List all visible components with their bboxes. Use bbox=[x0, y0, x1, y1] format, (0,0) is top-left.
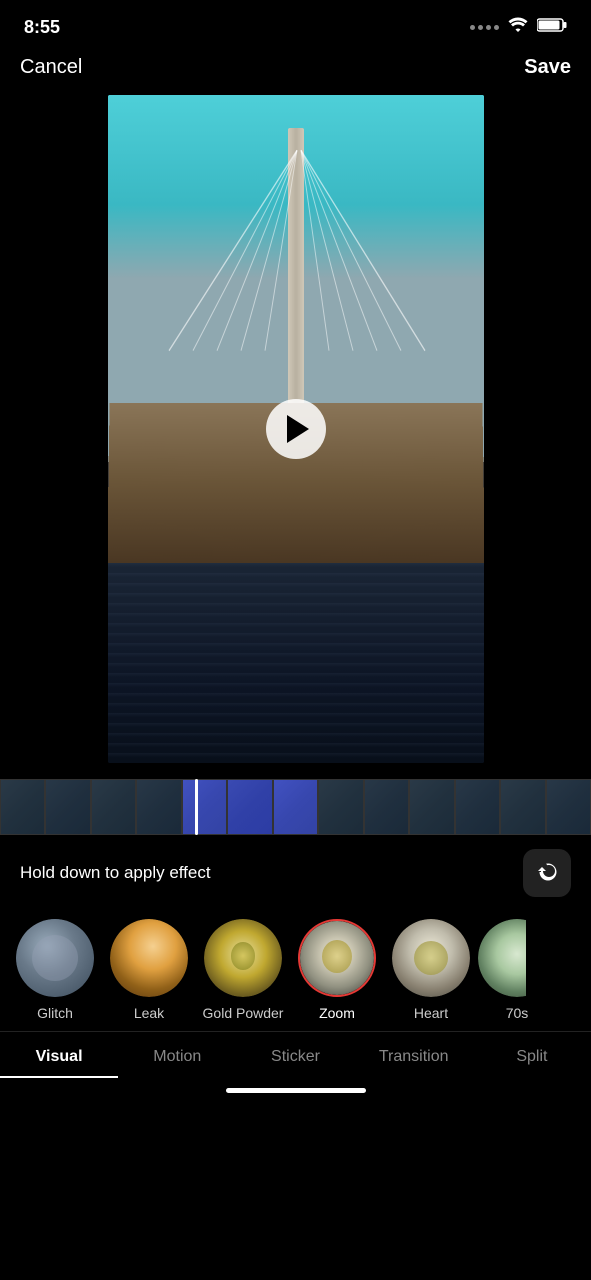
bottom-tabs: Visual Motion Sticker Transition Split bbox=[0, 1031, 591, 1078]
hold-instruction-text: Hold down to apply effect bbox=[20, 863, 211, 883]
video-preview bbox=[108, 95, 484, 763]
top-navigation: Cancel Save bbox=[0, 50, 591, 95]
tab-split[interactable]: Split bbox=[473, 1032, 591, 1078]
effect-thumb-70s bbox=[478, 919, 556, 997]
film-frame bbox=[455, 779, 500, 835]
effect-thumb-gold-powder bbox=[204, 919, 282, 997]
water bbox=[108, 563, 484, 763]
effect-thumbnail bbox=[16, 919, 94, 997]
film-frame bbox=[318, 779, 363, 835]
home-bar bbox=[226, 1088, 366, 1093]
effect-thumbnail bbox=[110, 919, 188, 997]
effect-thumb-zoom bbox=[298, 919, 376, 997]
effect-label-70s: 70s bbox=[506, 1005, 529, 1021]
play-button[interactable] bbox=[266, 399, 326, 459]
tab-sticker[interactable]: Sticker bbox=[236, 1032, 354, 1078]
effect-thumbnail bbox=[478, 919, 556, 997]
tab-transition[interactable]: Transition bbox=[355, 1032, 473, 1078]
film-frame bbox=[0, 779, 45, 835]
status-time: 8:55 bbox=[24, 17, 60, 38]
effect-thumbnail bbox=[300, 921, 374, 995]
effect-thumbnail bbox=[392, 919, 470, 997]
film-frame bbox=[546, 779, 591, 835]
effect-item-leak[interactable]: Leak bbox=[102, 919, 196, 1021]
effect-item-zoom[interactable]: Zoom bbox=[290, 919, 384, 1021]
play-triangle-icon bbox=[287, 415, 309, 443]
film-frame-selected bbox=[273, 779, 318, 835]
undo-icon bbox=[535, 861, 559, 885]
film-frame bbox=[136, 779, 181, 835]
effect-label-gold-powder: Gold Powder bbox=[203, 1005, 284, 1021]
filmstrip-track bbox=[0, 779, 591, 835]
signal-icon bbox=[470, 25, 499, 30]
effects-row: Glitch Leak Gold Powder Zoom bbox=[0, 911, 591, 1027]
water-reflection bbox=[108, 563, 484, 763]
effect-label-zoom: Zoom bbox=[319, 1005, 355, 1021]
effect-item-gold-powder[interactable]: Gold Powder bbox=[196, 919, 290, 1021]
timeline-needle bbox=[195, 779, 198, 835]
status-icons bbox=[470, 17, 567, 38]
film-frame bbox=[45, 779, 90, 835]
battery-icon bbox=[537, 17, 567, 38]
controls-bar: Hold down to apply effect bbox=[0, 835, 591, 911]
save-button[interactable]: Save bbox=[524, 56, 571, 79]
effect-thumbnail bbox=[204, 919, 282, 997]
effect-thumb-heart bbox=[392, 919, 470, 997]
effect-thumb-leak bbox=[110, 919, 188, 997]
cancel-button[interactable]: Cancel bbox=[20, 56, 82, 79]
film-frame bbox=[500, 779, 545, 835]
tab-motion[interactable]: Motion bbox=[118, 1032, 236, 1078]
timeline bbox=[0, 763, 591, 835]
undo-button[interactable] bbox=[523, 849, 571, 897]
filmstrip[interactable] bbox=[0, 779, 591, 835]
effect-label-heart: Heart bbox=[414, 1005, 448, 1021]
effect-label-leak: Leak bbox=[134, 1005, 164, 1021]
film-frame bbox=[409, 779, 454, 835]
effect-item-glitch[interactable]: Glitch bbox=[8, 919, 102, 1021]
film-frame-selected bbox=[182, 779, 227, 835]
home-indicator bbox=[0, 1078, 591, 1101]
status-bar: 8:55 bbox=[0, 0, 591, 50]
effect-item-70s[interactable]: 70s bbox=[478, 919, 556, 1021]
film-frame bbox=[364, 779, 409, 835]
tab-visual[interactable]: Visual bbox=[0, 1032, 118, 1078]
effect-item-heart[interactable]: Heart bbox=[384, 919, 478, 1021]
film-frame bbox=[91, 779, 136, 835]
effect-thumb-glitch bbox=[16, 919, 94, 997]
wifi-icon bbox=[507, 17, 529, 38]
film-frame-selected bbox=[227, 779, 272, 835]
effect-label-glitch: Glitch bbox=[37, 1005, 73, 1021]
